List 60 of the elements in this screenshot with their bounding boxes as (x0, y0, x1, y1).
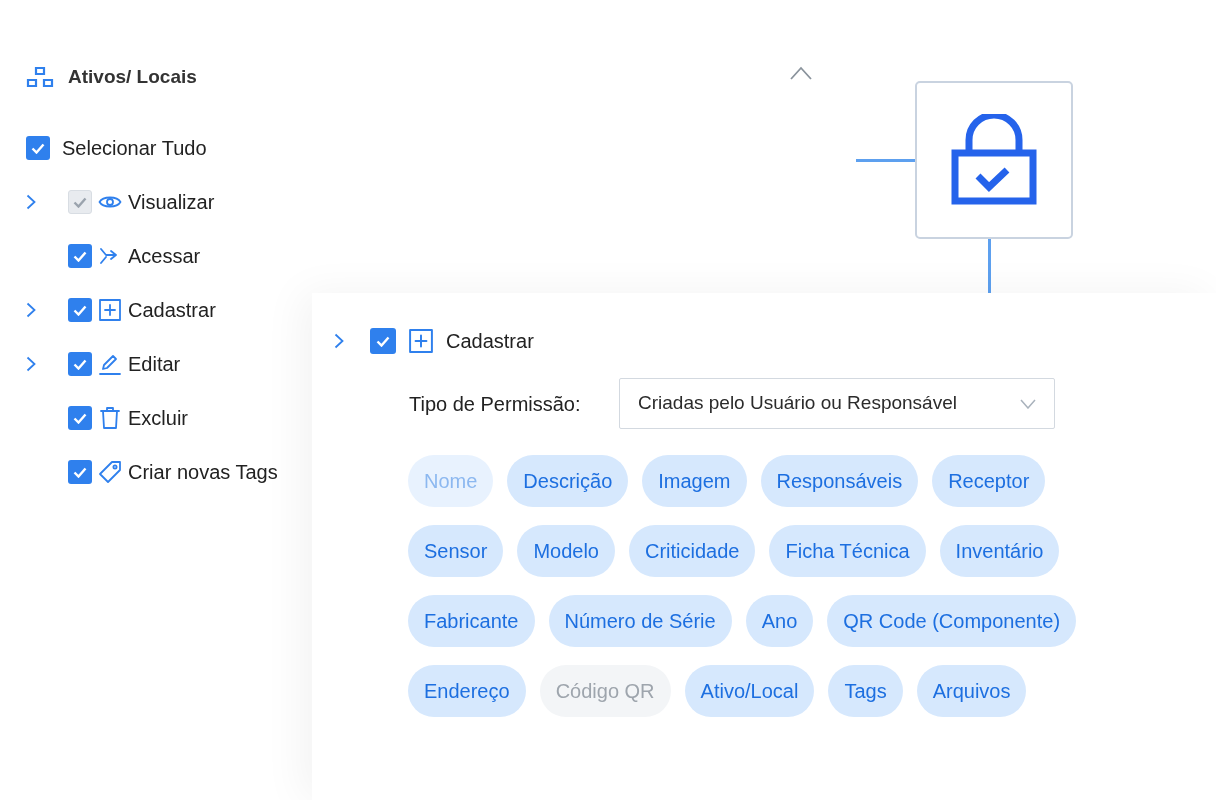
section-title: Ativos/ Locais (68, 64, 197, 89)
check-icon (73, 250, 87, 262)
field-chip[interactable]: Fabricante (408, 595, 535, 647)
hierarchy-icon (26, 66, 54, 88)
check-icon (73, 412, 87, 424)
checkbox[interactable] (26, 136, 50, 160)
field-chip[interactable]: Criticidade (629, 525, 756, 577)
permission-label: Acessar (128, 244, 201, 269)
tag-icon (98, 460, 122, 484)
chevron-down-icon (1020, 398, 1036, 409)
permission-label: Cadastrar (446, 329, 534, 354)
field-chip[interactable]: Ativo/Local (684, 665, 815, 717)
check-icon (73, 304, 87, 316)
connector-line (988, 239, 991, 295)
field-chip[interactable]: Imagem (642, 455, 747, 507)
pencil-icon (99, 353, 121, 375)
permission-label: Editar (128, 352, 181, 377)
check-icon (73, 358, 87, 370)
select-all-label: Selecionar Tudo (62, 136, 207, 161)
checkbox[interactable] (68, 406, 92, 430)
field-chip[interactable]: Responsáveis (760, 455, 919, 507)
connector-line (856, 159, 915, 162)
checkbox[interactable] (68, 298, 92, 322)
field-chip[interactable]: Descrição (507, 455, 629, 507)
check-icon (73, 196, 87, 208)
field-chip[interactable]: Arquivos (916, 665, 1027, 717)
permission-type-select[interactable]: Criadas pelo Usuário ou Responsável (619, 378, 1055, 429)
check-icon (73, 466, 87, 478)
plus-square-icon (409, 329, 433, 353)
field-chip[interactable]: Modelo (517, 525, 615, 577)
permission-type-label: Tipo de Permissão: (409, 391, 582, 417)
checkbox[interactable] (68, 244, 92, 268)
lock-check-icon (951, 114, 1037, 206)
field-chip[interactable]: Tags (828, 665, 903, 717)
check-icon (31, 142, 45, 154)
field-chip[interactable]: Código QR (539, 665, 671, 717)
field-chip[interactable]: Sensor (408, 525, 504, 577)
field-chip[interactable]: Endereço (408, 665, 526, 717)
field-chip[interactable]: Inventário (939, 525, 1060, 577)
field-chip[interactable]: Ano (745, 595, 814, 647)
trash-icon (100, 406, 120, 430)
permission-label: Excluir (128, 406, 188, 431)
field-chip[interactable]: Número de Série (548, 595, 732, 647)
check-icon (376, 335, 390, 347)
chevron-right-icon[interactable] (26, 302, 36, 318)
checkbox[interactable] (68, 352, 92, 376)
field-chip[interactable]: QR Code (Componente) (827, 595, 1077, 647)
checkbox[interactable] (370, 328, 396, 354)
checkbox[interactable] (68, 460, 92, 484)
permission-label: Criar novas Tags (128, 460, 278, 485)
permission-label: Visualizar (128, 190, 215, 215)
permission-label: Cadastrar (128, 298, 216, 323)
plus-square-icon (99, 299, 121, 321)
eye-icon (98, 194, 122, 210)
chevron-up-icon[interactable] (790, 66, 812, 80)
field-chip[interactable]: Receptor (932, 455, 1046, 507)
field-chip[interactable]: Ficha Técnica (769, 525, 926, 577)
select-value: Criadas pelo Usuário ou Responsável (638, 391, 957, 416)
chevron-right-icon[interactable] (26, 356, 36, 372)
chevron-right-icon[interactable] (334, 333, 344, 349)
